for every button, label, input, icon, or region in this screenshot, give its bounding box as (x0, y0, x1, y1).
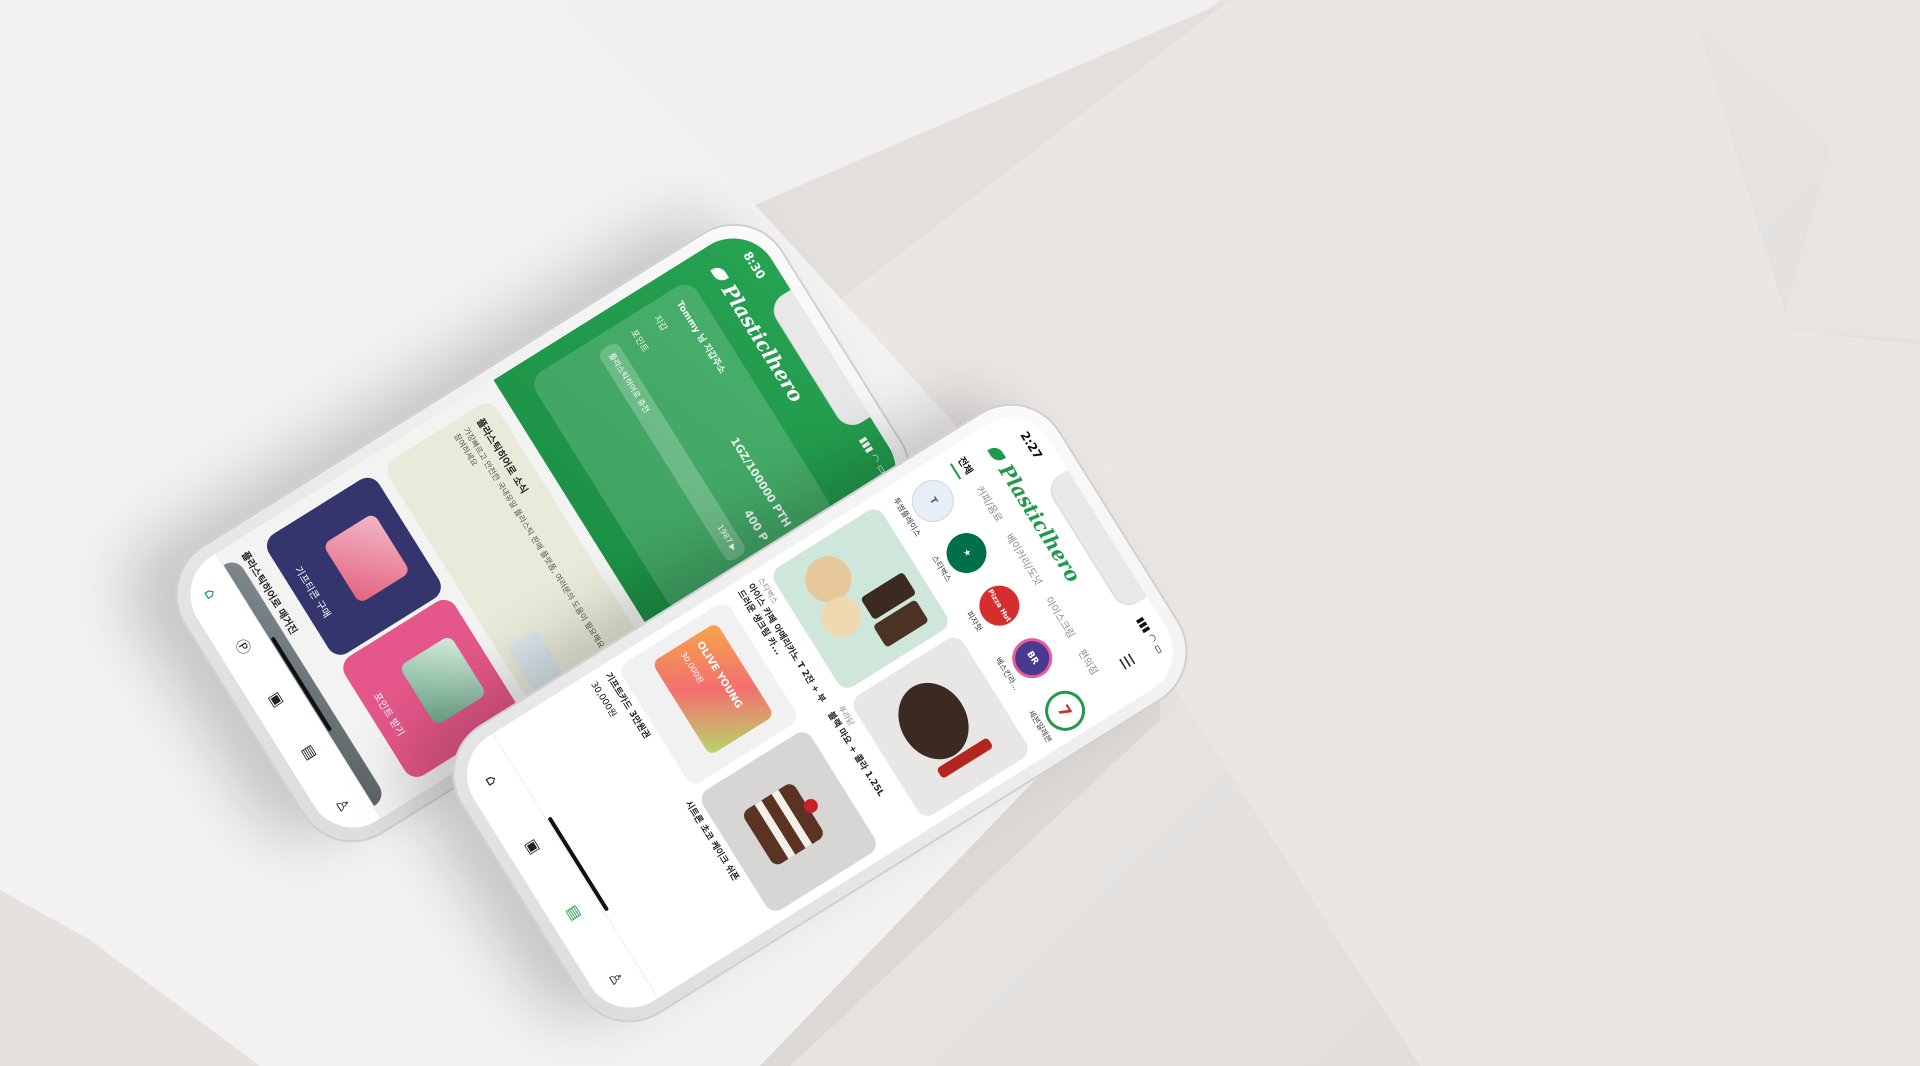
point-label: 포인트 (628, 328, 650, 355)
wallet-amount: 1GZ/100000 PTH (727, 435, 794, 530)
gift-card: OLIVE YOUNG 30,000원 (651, 622, 775, 757)
wallet-label: 지갑 (651, 313, 669, 334)
point-amount: 400 P (741, 507, 771, 544)
home-icon[interactable]: ⌂ (472, 761, 511, 800)
tab-icecream[interactable]: 아이스크림 (1037, 593, 1079, 643)
shop-icon[interactable]: ▤ (290, 733, 329, 772)
home-icon[interactable]: ⌂ (191, 574, 230, 613)
profile-icon[interactable]: ♙ (324, 786, 363, 825)
recycle-machine-icon (398, 634, 487, 727)
leaf-icon (710, 264, 729, 285)
shop-icon[interactable]: ▤ (555, 893, 594, 932)
point-tile-label: 포인트 받기 (370, 690, 406, 739)
gifticon-label: 기프티콘 구매 (291, 564, 333, 621)
cake-deco (740, 781, 826, 868)
tab-coffee[interactable]: 커피/음료 (968, 482, 1007, 527)
battery-icon: ▭ (1151, 642, 1166, 657)
tab-convenience[interactable]: 편의점 (1070, 646, 1102, 681)
signal-icon: ▮▮▮ (857, 434, 876, 455)
point-icon[interactable]: Ⓟ (224, 627, 263, 666)
hamburger-menu-icon[interactable]: ☰ (1115, 651, 1142, 678)
charge-right: 1987 ▶ (715, 522, 739, 553)
wallet-icon[interactable]: ▣ (257, 680, 296, 719)
wallet-icon[interactable]: ▣ (514, 827, 553, 866)
gift-box-icon (322, 512, 411, 604)
tab-all[interactable]: 전체 (949, 453, 978, 480)
wifi-icon: ◠ (868, 452, 882, 465)
leaf-icon (987, 444, 1006, 465)
wifi-icon: ◠ (1145, 632, 1159, 645)
signal-icon: ▮▮▮ (1134, 614, 1153, 635)
profile-icon[interactable]: ♙ (596, 959, 635, 998)
